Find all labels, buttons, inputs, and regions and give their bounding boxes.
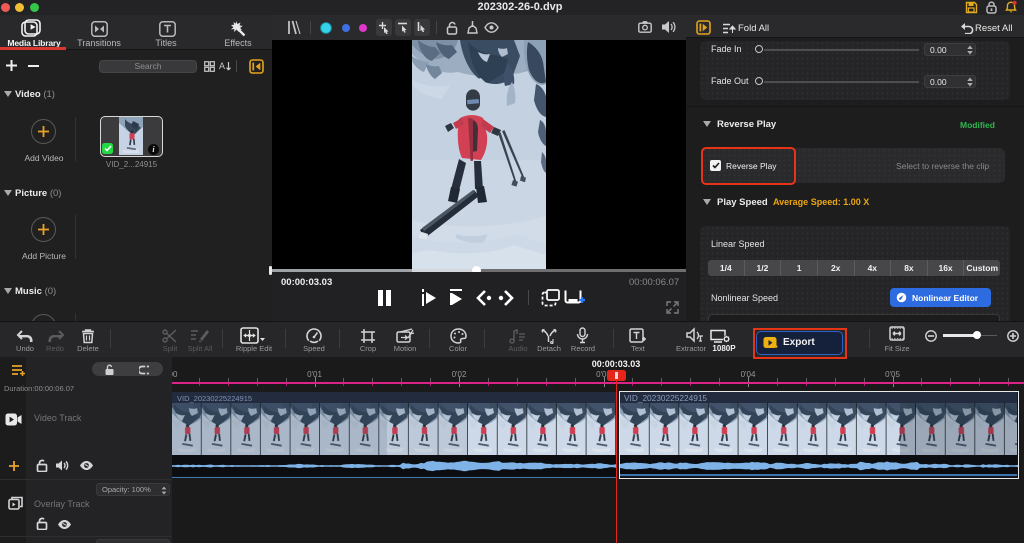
svg-text:A: A [219,61,225,71]
